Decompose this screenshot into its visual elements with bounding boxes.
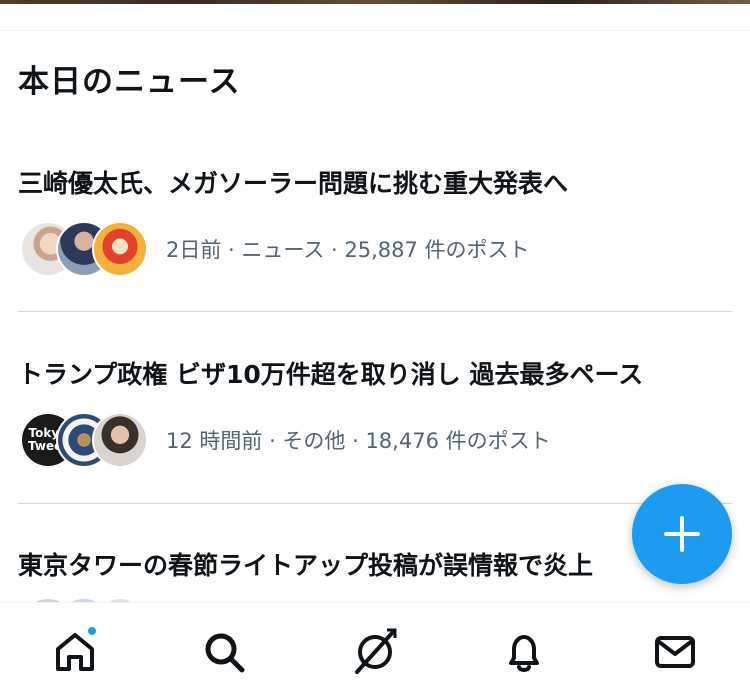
- plus-icon: [664, 516, 700, 552]
- bottom-nav: [0, 602, 750, 699]
- news-meta-text: 12 時間前 · その他 · 18,476 件のポスト: [166, 429, 551, 453]
- news-headline[interactable]: トランプ政権 ビザ10万件超を取り消し 過去最多ペース: [18, 355, 643, 391]
- search-icon: [205, 633, 245, 673]
- top-divider: [0, 30, 750, 31]
- top-image-strip: [0, 0, 750, 4]
- divider: [18, 503, 732, 504]
- home-badge-dot: [86, 625, 98, 637]
- avatar-stack: Tokyo Tweet: [20, 411, 148, 469]
- avatar: [92, 221, 148, 277]
- news-headline[interactable]: 三崎優太氏、メガソーラー問題に挑む重大発表へ: [18, 164, 568, 200]
- nav-notifications-button[interactable]: [499, 627, 549, 677]
- mail-icon: [655, 636, 695, 668]
- divider: [18, 311, 732, 312]
- bell-icon: [509, 635, 539, 672]
- nav-messages-button[interactable]: [650, 627, 700, 677]
- compose-button[interactable]: [632, 484, 732, 584]
- news-headline[interactable]: 東京タワーの春節ライトアップ投稿が誤情報で炎上: [18, 546, 593, 582]
- news-meta: Tokyo Tweet 12 時間前 · その他 · 18,476 件のポスト: [20, 411, 551, 469]
- nav-search-button[interactable]: [199, 627, 249, 677]
- avatar: [92, 412, 148, 468]
- news-meta: 2日前 · ニュース · 25,887 件のポスト: [20, 220, 530, 278]
- grok-icon: [355, 628, 397, 674]
- section-title: 本日のニュース: [18, 64, 241, 100]
- nav-grok-button[interactable]: [350, 627, 400, 677]
- news-meta-text: 2日前 · ニュース · 25,887 件のポスト: [166, 238, 530, 262]
- avatar-stack: [20, 220, 148, 278]
